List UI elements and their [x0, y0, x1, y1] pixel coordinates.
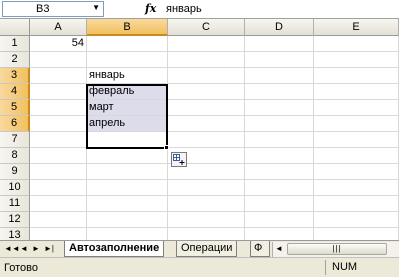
cell-d4[interactable]	[245, 84, 314, 100]
sheet-tab-bar: ◄◄ ◄ ► ►| Автозаполнение Операции Ф ◄ ||…	[0, 240, 399, 257]
row-header-8[interactable]: 8	[0, 148, 30, 164]
cell-b2[interactable]	[87, 52, 168, 68]
cell-d9[interactable]	[245, 164, 314, 180]
column-header-d[interactable]: D	[245, 19, 314, 36]
cell-d1[interactable]	[245, 36, 314, 52]
row-header-10[interactable]: 10	[0, 180, 30, 196]
fill-handle[interactable]	[164, 145, 169, 150]
prev-sheet-icon[interactable]: ◄	[20, 244, 28, 253]
insert-function-icon[interactable]: fx	[145, 2, 156, 15]
cell-b10[interactable]	[87, 180, 168, 196]
cell-e9[interactable]	[314, 164, 399, 180]
cell-a2[interactable]	[30, 52, 87, 68]
cell-e3[interactable]	[314, 68, 399, 84]
row-header-1[interactable]: 1	[0, 36, 30, 52]
cell-b7[interactable]	[87, 132, 168, 148]
formula-bar: B3 ▼ fx январь	[0, 0, 399, 19]
cell-b11[interactable]	[87, 196, 168, 212]
scroll-left-icon[interactable]: ◄	[275, 244, 283, 253]
cell-d10[interactable]	[245, 180, 314, 196]
cell-e6[interactable]	[314, 116, 399, 132]
cell-c6[interactable]	[168, 116, 245, 132]
row-header-5[interactable]: 5	[0, 100, 30, 116]
name-box-dropdown-icon[interactable]: ▼	[92, 3, 100, 12]
column-header-a[interactable]: A	[30, 19, 87, 36]
cell-d6[interactable]	[245, 116, 314, 132]
first-sheet-icon[interactable]: ◄◄	[4, 244, 20, 253]
autofill-options-icon	[173, 154, 185, 165]
tab-avtozapolnenie[interactable]: Автозаполнение	[64, 241, 165, 257]
row-header-3[interactable]: 3	[0, 68, 30, 84]
cell-e7[interactable]	[314, 132, 399, 148]
cell-a6[interactable]	[30, 116, 87, 132]
num-lock-indicator: NUM	[325, 260, 380, 275]
cell-b6[interactable]: апрель	[87, 116, 168, 132]
status-text: Готово	[4, 262, 38, 274]
cell-c1[interactable]	[168, 36, 245, 52]
row-header-6[interactable]: 6	[0, 116, 30, 132]
cell-c10[interactable]	[168, 180, 245, 196]
formula-input[interactable]: январь	[166, 3, 202, 15]
cell-a1[interactable]: 54	[30, 36, 87, 52]
cell-b4[interactable]: февраль	[87, 84, 168, 100]
cell-d8[interactable]	[245, 148, 314, 164]
cell-a5[interactable]	[30, 100, 87, 116]
cell-e12[interactable]	[314, 212, 399, 228]
cell-e2[interactable]	[314, 52, 399, 68]
cell-c12[interactable]	[168, 212, 245, 228]
cell-d5[interactable]	[245, 100, 314, 116]
cell-c5[interactable]	[168, 100, 245, 116]
column-header-e[interactable]: E	[314, 19, 399, 36]
cell-e1[interactable]	[314, 36, 399, 52]
cell-a7[interactable]	[30, 132, 87, 148]
cell-e4[interactable]	[314, 84, 399, 100]
cell-b12[interactable]	[87, 212, 168, 228]
status-bar: Готово NUM	[0, 257, 399, 277]
cell-a9[interactable]	[30, 164, 87, 180]
cell-c7[interactable]	[168, 132, 245, 148]
cell-c4[interactable]	[168, 84, 245, 100]
select-all-corner[interactable]	[0, 19, 30, 36]
cell-b8[interactable]	[87, 148, 168, 164]
row-header-4[interactable]: 4	[0, 84, 30, 100]
cell-a10[interactable]	[30, 180, 87, 196]
cell-b9[interactable]	[87, 164, 168, 180]
cell-b5[interactable]: март	[87, 100, 168, 116]
row-header-2[interactable]: 2	[0, 52, 30, 68]
cell-a4[interactable]	[30, 84, 87, 100]
cell-b1[interactable]	[87, 36, 168, 52]
column-header-b[interactable]: B	[87, 19, 168, 36]
cell-d7[interactable]	[245, 132, 314, 148]
last-sheet-icon[interactable]: ►|	[44, 244, 54, 253]
autofill-options-button[interactable]	[171, 152, 187, 167]
row-header-12[interactable]: 12	[0, 212, 30, 228]
horizontal-scrollbar[interactable]: ◄ |||	[272, 242, 399, 257]
cell-e5[interactable]	[314, 100, 399, 116]
cell-a8[interactable]	[30, 148, 87, 164]
cell-e8[interactable]	[314, 148, 399, 164]
cell-a12[interactable]	[30, 212, 87, 228]
cell-e10[interactable]	[314, 180, 399, 196]
cell-d2[interactable]	[245, 52, 314, 68]
cell-e11[interactable]	[314, 196, 399, 212]
next-sheet-icon[interactable]: ►	[32, 244, 40, 253]
cell-c2[interactable]	[168, 52, 245, 68]
tab-operatsii[interactable]: Операции	[176, 241, 238, 257]
tab-f[interactable]: Ф	[250, 241, 270, 257]
cell-a3[interactable]	[30, 68, 87, 84]
cell-d12[interactable]	[245, 212, 314, 228]
cell-c3[interactable]	[168, 68, 245, 84]
cell-a11[interactable]	[30, 196, 87, 212]
cell-d3[interactable]	[245, 68, 314, 84]
cell-b3[interactable]: январь	[87, 68, 168, 84]
row-header-9[interactable]: 9	[0, 164, 30, 180]
column-header-c[interactable]: C	[168, 19, 245, 36]
row-header-11[interactable]: 11	[0, 196, 30, 212]
name-box-value: B3	[36, 3, 50, 15]
cell-d11[interactable]	[245, 196, 314, 212]
scroll-thumb[interactable]: |||	[287, 243, 387, 255]
cell-c11[interactable]	[168, 196, 245, 212]
row-header-7[interactable]: 7	[0, 132, 30, 148]
name-box[interactable]: B3 ▼	[2, 1, 104, 17]
